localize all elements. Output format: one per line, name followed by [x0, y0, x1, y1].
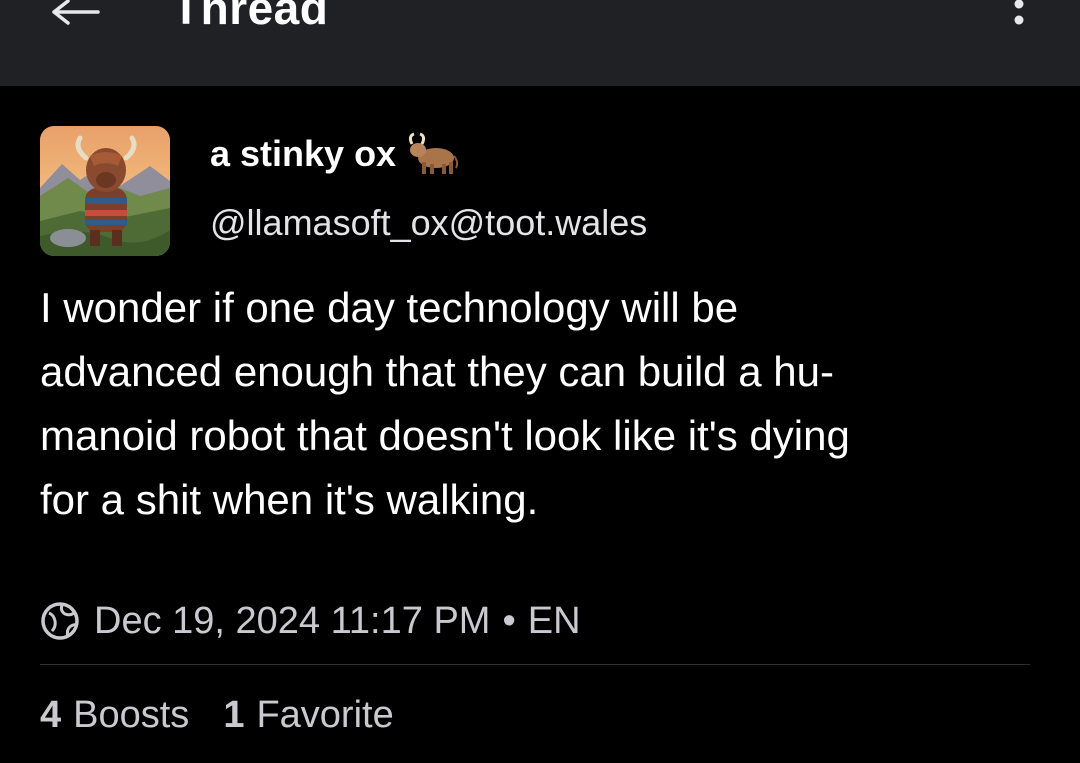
arrow-left-icon	[52, 0, 100, 25]
favorites-stat[interactable]: 1 Favorite	[223, 694, 393, 737]
boosts-stat[interactable]: 4 Boosts	[40, 694, 189, 737]
ox-emoji-icon	[409, 132, 459, 174]
favorites-count: 1	[223, 693, 245, 736]
author-display-name[interactable]: a stinky ox	[210, 133, 396, 175]
boosts-label: Boosts	[73, 693, 190, 736]
post-stats: 4 Boosts 1 Favorite	[40, 690, 394, 740]
page-title: Thread	[172, 0, 329, 34]
author-handle[interactable]: @llamasoft_ox@toot.wales	[210, 202, 647, 244]
favorites-label: Favorite	[256, 693, 394, 736]
more-options-button[interactable]	[1004, 0, 1034, 40]
avatar[interactable]	[40, 126, 170, 256]
post-content-line: manoid robot that doesn't look like it's…	[40, 412, 850, 459]
post-meta: Dec 19, 2024 11:17 PM • EN	[40, 596, 581, 646]
post-timestamp[interactable]: Dec 19, 2024 11:17 PM	[94, 600, 490, 643]
post-content-line: advanced enough that they can build a hu…	[40, 348, 834, 395]
post-language: EN	[527, 599, 581, 642]
more-vertical-icon	[1014, 0, 1024, 25]
post-content-line: I wonder if one day technology will be	[40, 284, 739, 331]
post-content-line: for a shit when it's walking.	[40, 476, 539, 523]
boosts-count: 4	[40, 693, 62, 736]
top-app-bar: Thread	[0, 0, 1080, 86]
divider	[40, 664, 1030, 665]
highland-cow-avatar	[40, 126, 170, 256]
post-content: I wonder if one day technology will be a…	[40, 276, 1040, 532]
meta-separator: •	[502, 599, 516, 642]
globe-icon	[41, 602, 79, 640]
back-button[interactable]	[50, 0, 102, 28]
author-name-row[interactable]: a stinky ox	[210, 128, 460, 180]
